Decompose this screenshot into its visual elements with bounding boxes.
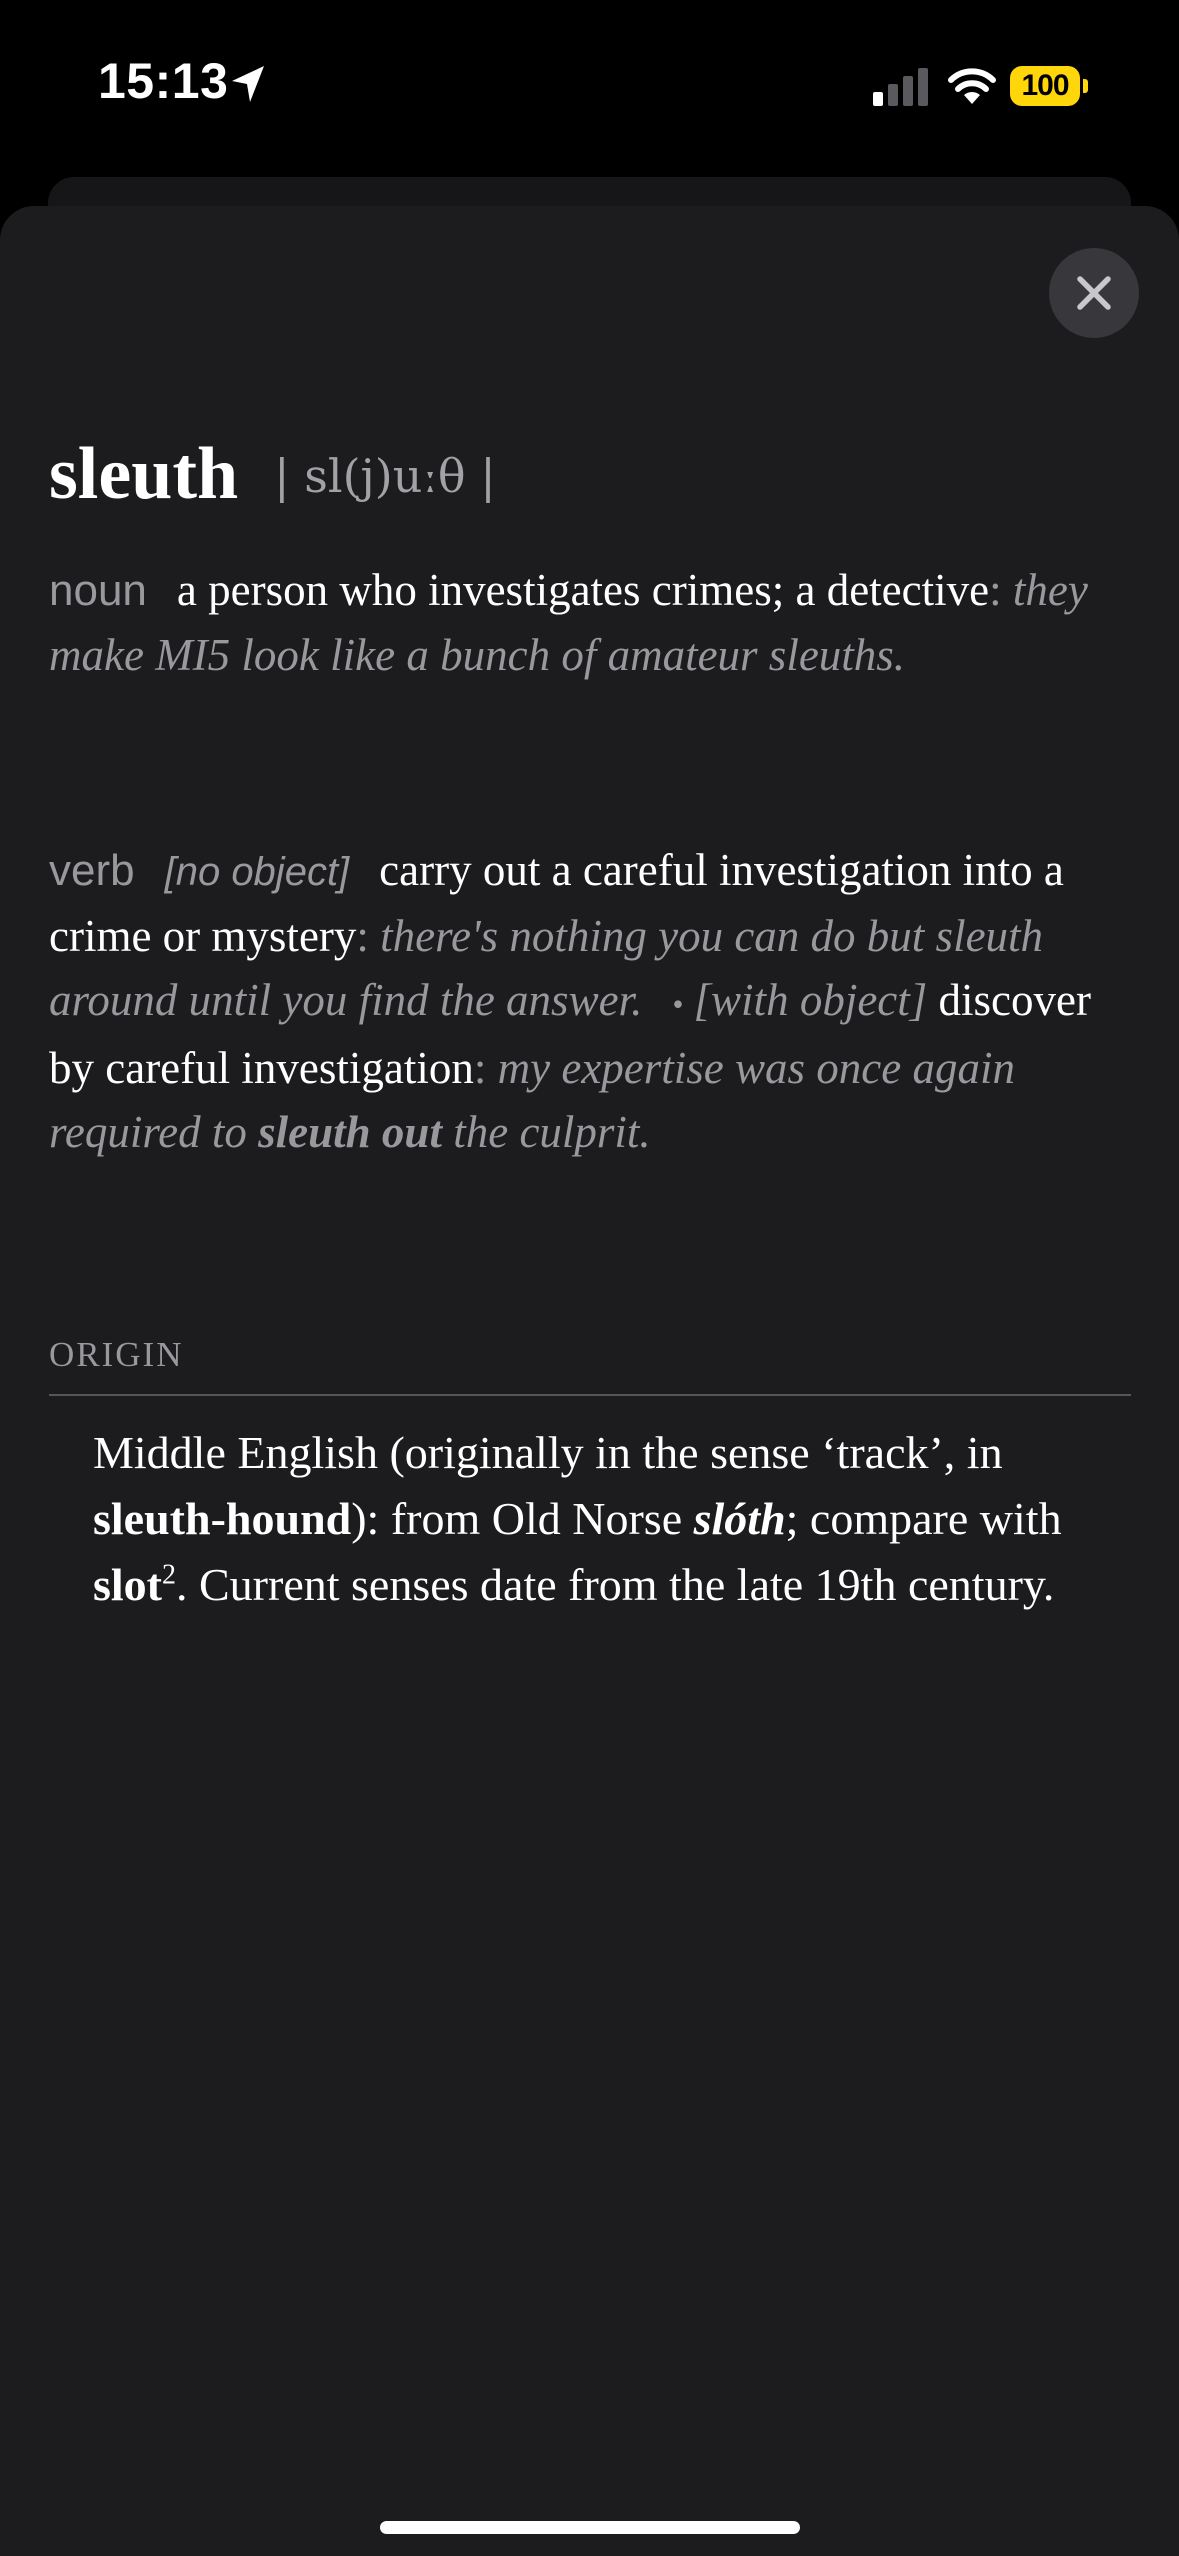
battery-icon: 100 — [1010, 66, 1088, 106]
separator: : — [473, 1043, 498, 1093]
headword: sleuth — [49, 433, 239, 515]
old-norse-word: slóth — [693, 1493, 786, 1544]
battery-level: 100 — [1010, 66, 1080, 106]
headword-line: sleuth | sl(j)uːθ | — [49, 432, 496, 517]
wifi-icon — [948, 68, 996, 104]
cross-reference: sleuth-hound — [93, 1493, 352, 1544]
grammar-label: [no object] — [164, 850, 350, 894]
pronunciation: | sl(j)uːθ | — [274, 449, 496, 503]
origin-divider — [49, 1394, 1131, 1396]
noun-definition: noun a person who investigates crimes; a … — [49, 558, 1139, 687]
part-of-speech-noun: noun — [49, 566, 147, 615]
origin-text: Middle English (originally in the sense … — [93, 1427, 1062, 1610]
battery-tip — [1083, 79, 1088, 93]
status-time: 15:13 — [98, 53, 229, 109]
part-of-speech-verb: verb — [49, 846, 135, 895]
sense-bullet: • — [672, 986, 684, 1022]
cellular-signal-icon — [873, 68, 928, 106]
separator: : — [989, 565, 1013, 615]
origin-heading: ORIGIN — [49, 1335, 184, 1374]
separator: : — [356, 911, 381, 961]
noun-definition-text: a person who investigates crimes; a dete… — [176, 565, 990, 615]
close-button[interactable] — [1049, 248, 1139, 338]
status-bar: 15:13 100 — [0, 0, 1179, 175]
location-arrow-icon — [232, 66, 264, 102]
example-phrase: sleuth out — [258, 1107, 442, 1157]
cross-reference: slot — [93, 1559, 162, 1610]
verb-definition: verb [no object] carry out a careful inves… — [49, 838, 1139, 1164]
homograph-number: 2 — [162, 1559, 176, 1591]
home-indicator[interactable] — [380, 2521, 800, 2534]
sub-grammar-label: [with object] — [693, 975, 928, 1025]
close-icon — [1077, 276, 1111, 310]
